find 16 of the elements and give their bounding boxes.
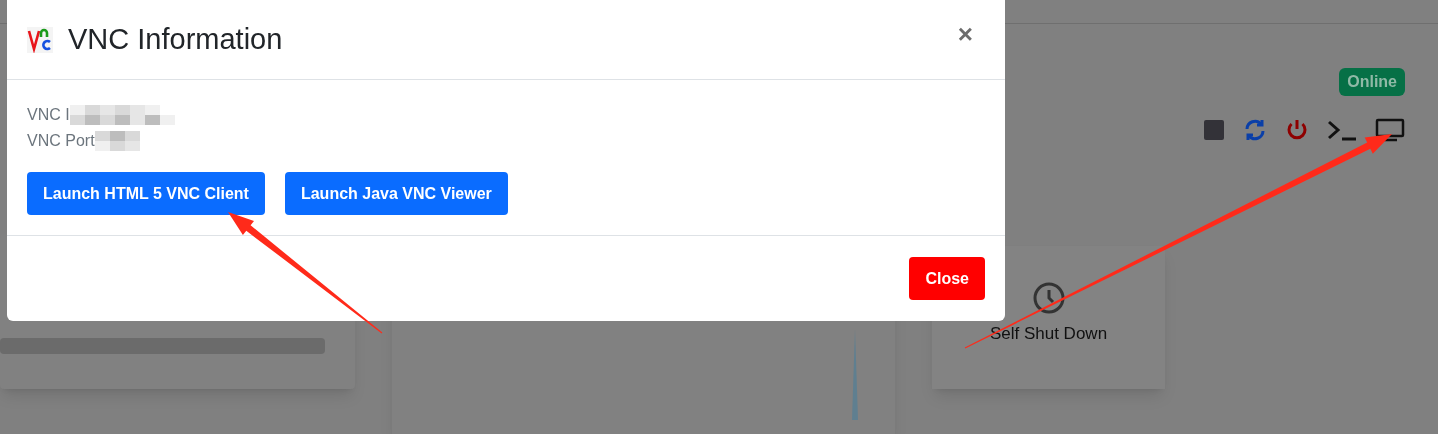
launch-button[interactable]: Launch Java VNC Viewer	[284, 172, 508, 215]
status-badge: Online	[1339, 68, 1405, 97]
stop-icon[interactable]	[1203, 119, 1225, 142]
pixelated-blur-drawing	[94, 131, 140, 151]
refresh-icon[interactable]	[1243, 118, 1267, 143]
vnc-logo-icon	[27, 26, 53, 53]
monitor-icon[interactable]	[1375, 118, 1405, 143]
field-label: VNC Port	[27, 131, 95, 151]
clock-icon	[1031, 281, 1066, 315]
card-label: Self Shut Down	[989, 323, 1108, 345]
field-label: VNC I	[27, 105, 70, 125]
close-button[interactable]: ×	[957, 20, 973, 47]
terminal-icon[interactable]	[1327, 119, 1357, 142]
launch-button[interactable]: Launch HTML 5 VNC Client	[27, 172, 265, 215]
dialog-title: VNC Information	[68, 21, 283, 57]
close-button[interactable]: Close	[909, 257, 985, 300]
